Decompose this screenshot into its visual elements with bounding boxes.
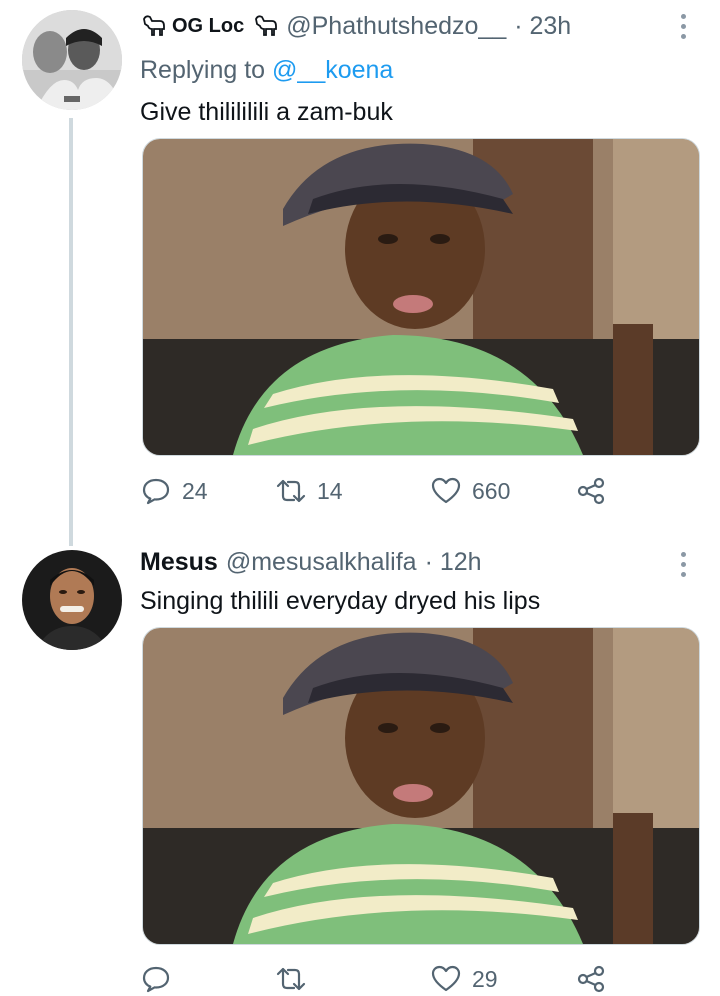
replying-to: Replying to @__koena xyxy=(140,56,393,85)
user-handle[interactable]: @mesusalkhalifa xyxy=(226,548,417,577)
more-options-icon[interactable] xyxy=(678,552,688,577)
user-handle[interactable]: @Phathutshedzo__ xyxy=(286,12,506,41)
tweet-image[interactable] xyxy=(142,138,700,456)
retweet-icon xyxy=(276,967,306,991)
tweet-mesus[interactable]: Mesus @mesusalkhalifa · 12h Singing thil… xyxy=(0,540,720,995)
like-button[interactable]: 660 xyxy=(430,474,510,508)
retweet-count: 14 xyxy=(317,477,343,504)
reply-count: 24 xyxy=(182,477,208,504)
reply-icon xyxy=(142,478,170,505)
reply-button[interactable]: 24 xyxy=(140,474,208,508)
tweet-actions: 29 xyxy=(140,962,610,996)
heart-icon xyxy=(431,965,461,992)
replying-prefix: Replying to xyxy=(140,56,266,84)
share-button[interactable] xyxy=(575,962,607,996)
goat-emoji-icon xyxy=(255,14,278,36)
timestamp[interactable]: · 23h xyxy=(514,12,571,41)
like-count: 29 xyxy=(472,965,498,992)
retweet-button[interactable] xyxy=(275,962,317,996)
tweet-og-loc[interactable]: OG Loc @Phathutshedzo__ · 23h Replying t… xyxy=(0,0,720,540)
share-icon xyxy=(577,477,605,505)
tweet-text: Singing thilili everyday dryed his lips xyxy=(140,587,541,615)
retweet-button[interactable]: 14 xyxy=(275,474,343,508)
replying-to-link[interactable]: @__koena xyxy=(272,56,393,84)
timestamp[interactable]: · 12h xyxy=(425,548,482,577)
tweet-text: Give thilililili a zam-buk xyxy=(140,98,393,126)
like-button[interactable]: 29 xyxy=(430,962,498,996)
share-button[interactable] xyxy=(575,474,607,508)
display-name[interactable]: OG Loc xyxy=(172,15,244,38)
heart-icon xyxy=(431,477,461,504)
tweet-actions: 24 14 660 xyxy=(140,474,610,508)
more-options-icon[interactable] xyxy=(678,14,688,39)
display-name[interactable]: Mesus xyxy=(140,548,218,577)
tweet-header: OG Loc @Phathutshedzo__ · 23h xyxy=(140,12,571,41)
avatar[interactable] xyxy=(22,10,122,110)
like-count: 660 xyxy=(472,477,511,504)
avatar[interactable] xyxy=(22,550,122,650)
reply-icon xyxy=(142,966,170,993)
goat-emoji-icon xyxy=(143,14,165,36)
tweet-header: Mesus @mesusalkhalifa · 12h xyxy=(140,548,482,577)
retweet-icon xyxy=(276,479,306,503)
reply-button[interactable] xyxy=(140,962,182,996)
share-icon xyxy=(577,965,605,993)
tweet-image[interactable] xyxy=(142,627,700,945)
